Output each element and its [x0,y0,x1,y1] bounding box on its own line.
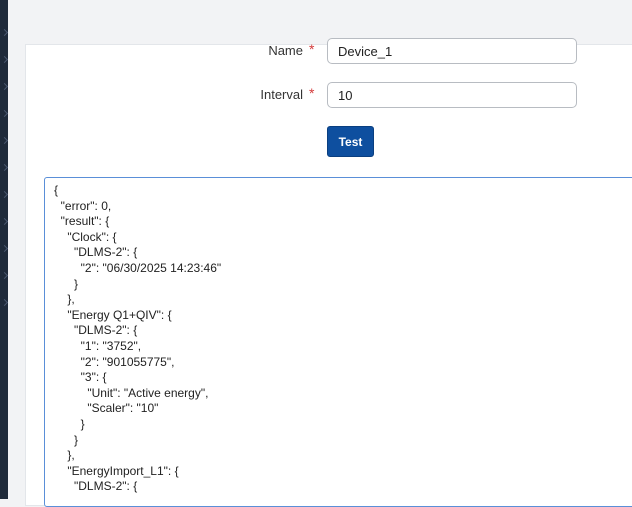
interval-required-mark: * [309,85,315,101]
chevron-right-icon [0,109,9,118]
chevron-right-icon [0,190,9,199]
chevron-right-icon [0,136,9,145]
interval-label: Interval [260,87,303,102]
chevron-right-icon [0,163,9,172]
interval-input[interactable] [327,82,577,108]
name-label: Name [268,43,303,58]
name-required-mark: * [309,41,315,57]
chevron-right-icon [0,244,9,253]
result-json-text: { "error": 0, "result": { "Clock": { "DL… [54,183,222,494]
result-output-box[interactable]: { "error": 0, "result": { "Clock": { "DL… [44,177,632,507]
left-sidebar-rail [0,0,9,499]
name-row: Name * [0,38,632,64]
name-input[interactable] [327,38,577,64]
chevron-right-icon [0,298,9,307]
test-button[interactable]: Test [327,126,374,157]
interval-row: Interval * [0,82,632,108]
chevron-right-icon [0,217,9,226]
chevron-right-icon [0,28,9,37]
chevron-right-icon [0,271,9,280]
